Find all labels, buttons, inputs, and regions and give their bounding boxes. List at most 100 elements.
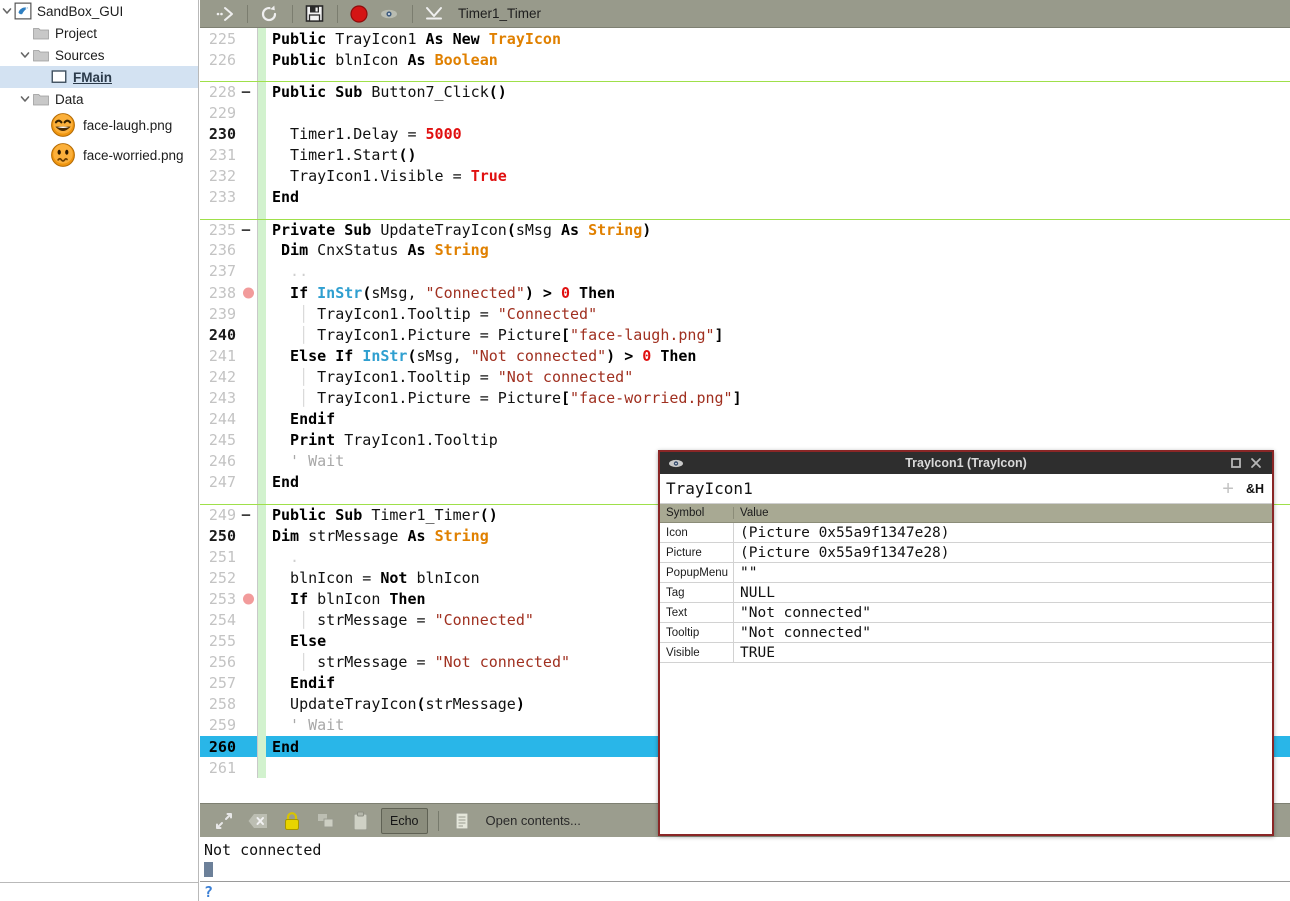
line-gutter[interactable]: 233 [200, 187, 258, 208]
code-line[interactable]: 230 Timer1.Delay = 5000 [200, 123, 1290, 144]
line-gutter[interactable]: 225 [200, 28, 258, 49]
sidebar-item-sandbox-gui[interactable]: SandBox_GUI [0, 0, 198, 22]
code-text[interactable]: .. [266, 261, 1290, 282]
debug-table-row[interactable]: TagNULL [660, 583, 1272, 603]
code-text[interactable] [266, 208, 1290, 219]
code-line[interactable]: 237 .. [200, 261, 1290, 282]
line-gutter[interactable]: 247 [200, 472, 258, 493]
fold-toggle-icon[interactable]: – [238, 223, 254, 237]
project-tree-sidebar[interactable]: SandBox_GUIProjectSourcesFMainDataface-l… [0, 0, 199, 901]
eye-icon[interactable] [375, 2, 403, 26]
expand-icon[interactable] [208, 808, 240, 834]
procedure-list-icon[interactable] [420, 2, 448, 26]
debug-table-row[interactable]: Text"Not connected" [660, 603, 1272, 623]
debug-toolbar[interactable]: Timer1_Timer [200, 0, 1290, 28]
code-line[interactable]: 226 Public blnIcon As Boolean [200, 49, 1290, 70]
line-gutter[interactable]: 256 [200, 652, 258, 673]
code-line[interactable] [200, 70, 1290, 81]
console-output[interactable]: Not connected [200, 837, 1290, 882]
code-text[interactable]: Timer1.Delay = 5000 [266, 123, 1290, 144]
debug-table-row[interactable]: Picture(Picture 0x55a9f1347e28) [660, 543, 1272, 563]
line-gutter[interactable]: 253 [200, 588, 258, 609]
chevron-down-icon[interactable] [18, 88, 32, 110]
debug-window-titlebar[interactable]: TrayIcon1 (TrayIcon) [660, 452, 1272, 474]
line-gutter[interactable]: 230 [200, 123, 258, 144]
line-gutter[interactable]: 237 [200, 261, 258, 282]
line-gutter[interactable]: 226 [200, 49, 258, 70]
sidebar-item-face-worried-png[interactable]: face-worried.png [0, 140, 198, 170]
code-line[interactable]: 238 If InStr(sMsg, "Connected") > 0 Then [200, 282, 1290, 303]
reload-icon[interactable] [255, 2, 283, 26]
code-line[interactable] [200, 208, 1290, 219]
line-gutter[interactable] [200, 493, 258, 504]
clear-icon[interactable] [242, 808, 274, 834]
line-gutter[interactable]: 229 [200, 102, 258, 123]
breakpoint-marker[interactable] [243, 287, 254, 298]
lock-icon[interactable] [276, 808, 308, 834]
line-gutter[interactable]: 252 [200, 567, 258, 588]
maximize-icon[interactable] [1226, 453, 1246, 473]
debug-table-row[interactable]: Icon(Picture 0x55a9f1347e28) [660, 523, 1272, 543]
fold-toggle-icon[interactable]: – [238, 508, 254, 522]
breakpoint-marker[interactable] [243, 593, 254, 604]
code-line[interactable]: 232 TrayIcon1.Visible = True [200, 166, 1290, 187]
code-line[interactable]: 229 [200, 102, 1290, 123]
line-gutter[interactable]: 243 [200, 388, 258, 409]
line-gutter[interactable]: 257 [200, 673, 258, 694]
code-line[interactable]: 240 │ TrayIcon1.Picture = Picture["face-… [200, 324, 1290, 345]
code-line[interactable]: 231 Timer1.Start() [200, 144, 1290, 165]
code-text[interactable]: Public Sub Button7_Click() [266, 82, 1290, 102]
line-gutter[interactable]: 232 [200, 166, 258, 187]
line-gutter[interactable]: 231 [200, 144, 258, 165]
code-text[interactable]: Print TrayIcon1.Tooltip [266, 430, 1290, 451]
line-gutter[interactable]: 250 [200, 525, 258, 546]
code-text[interactable]: If InStr(sMsg, "Connected") > 0 Then [266, 282, 1290, 303]
line-gutter[interactable]: 240 [200, 324, 258, 345]
code-text[interactable]: Else If InStr(sMsg, "Not connected") > 0… [266, 345, 1290, 366]
code-text[interactable]: Timer1.Start() [266, 144, 1290, 165]
sidebar-item-fmain[interactable]: FMain [0, 66, 198, 88]
code-text[interactable]: │ TrayIcon1.Tooltip = "Not connected" [266, 366, 1290, 387]
line-gutter[interactable]: 258 [200, 694, 258, 715]
object-inspector-window[interactable]: TrayIcon1 (TrayIcon) TrayIcon1 + &H Symb… [658, 450, 1274, 836]
code-text[interactable]: Private Sub UpdateTrayIcon(sMsg As Strin… [266, 220, 1290, 240]
sidebar-item-data[interactable]: Data [0, 88, 198, 110]
code-text[interactable] [266, 102, 1290, 123]
code-line[interactable]: 235–Private Sub UpdateTrayIcon(sMsg As S… [200, 219, 1290, 240]
close-icon[interactable] [1246, 453, 1266, 473]
line-gutter[interactable]: 255 [200, 631, 258, 652]
hex-toggle-button[interactable]: &H [1246, 482, 1264, 496]
code-line[interactable]: 225 Public TrayIcon1 As New TrayIcon [200, 28, 1290, 49]
chevron-down-icon[interactable] [0, 0, 14, 22]
code-text[interactable]: Endif [266, 409, 1290, 430]
code-line[interactable]: 239 │ TrayIcon1.Tooltip = "Connected" [200, 303, 1290, 324]
plus-icon[interactable]: + [1222, 479, 1234, 499]
line-gutter[interactable]: 242 [200, 366, 258, 387]
debug-table-row[interactable]: PopupMenu"" [660, 563, 1272, 583]
line-gutter[interactable]: 261 [200, 757, 258, 778]
line-gutter[interactable]: 244 [200, 409, 258, 430]
code-text[interactable]: Dim CnxStatus As String [266, 240, 1290, 261]
code-text[interactable] [266, 70, 1290, 81]
sidebar-item-face-laugh-png[interactable]: face-laugh.png [0, 110, 198, 140]
open-contents-label[interactable]: Open contents... [486, 813, 581, 828]
paste-icon[interactable] [344, 808, 376, 834]
chevron-down-icon[interactable] [18, 44, 32, 66]
line-gutter[interactable]: 259 [200, 715, 258, 736]
code-text[interactable]: │ TrayIcon1.Picture = Picture["face-worr… [266, 388, 1290, 409]
code-text[interactable]: Public blnIcon As Boolean [266, 49, 1290, 70]
stop-icon[interactable] [345, 2, 373, 26]
line-gutter[interactable]: 241 [200, 345, 258, 366]
line-gutter[interactable]: 245 [200, 430, 258, 451]
code-line[interactable]: 242 │ TrayIcon1.Tooltip = "Not connected… [200, 366, 1290, 387]
line-gutter[interactable]: 251 [200, 546, 258, 567]
line-gutter[interactable]: 246 [200, 451, 258, 472]
debug-table-row[interactable]: Tooltip"Not connected" [660, 623, 1272, 643]
sidebar-item-project[interactable]: Project [0, 22, 198, 44]
line-gutter[interactable] [200, 70, 258, 81]
code-text[interactable]: Public TrayIcon1 As New TrayIcon [266, 28, 1290, 49]
echo-toggle-button[interactable]: Echo [381, 808, 428, 834]
fold-toggle-icon[interactable]: – [238, 85, 254, 99]
code-line[interactable]: 241 Else If InStr(sMsg, "Not connected")… [200, 345, 1290, 366]
code-line[interactable]: 228–Public Sub Button7_Click() [200, 81, 1290, 102]
